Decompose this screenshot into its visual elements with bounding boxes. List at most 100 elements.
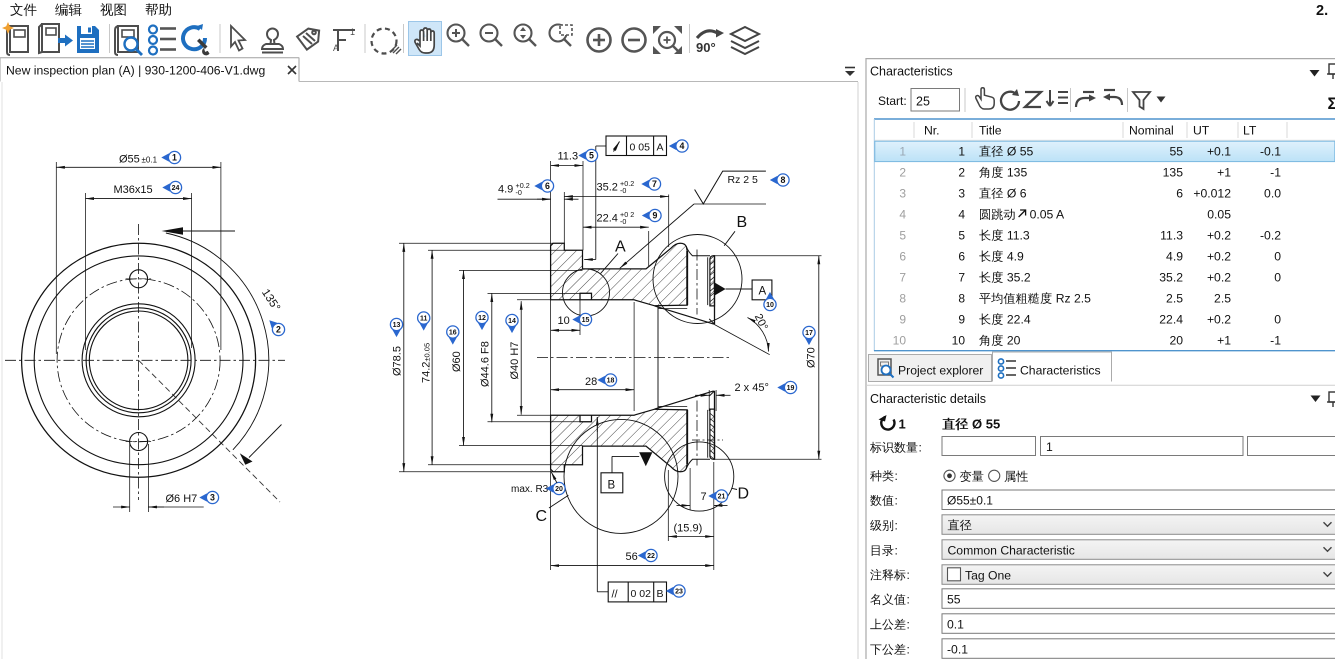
svg-text:14: 14 (508, 318, 516, 325)
svg-text:22: 22 (647, 553, 655, 560)
svg-text:4: 4 (899, 208, 906, 222)
svg-text:Ø 55: Ø 55 (972, 417, 1000, 432)
svg-text:0.0: 0.0 (1264, 187, 1281, 201)
svg-text:1: 1 (172, 153, 177, 163)
svg-text:+0.2: +0.2 (1207, 313, 1231, 327)
svg-text:8: 8 (781, 175, 786, 185)
svg-text:4: 4 (958, 208, 965, 222)
svg-text:21: 21 (718, 494, 726, 501)
svg-text:135: 135 (1007, 166, 1028, 180)
svg-text:Characteristic details: Characteristic details (870, 392, 986, 406)
svg-text:18: 18 (607, 378, 615, 385)
svg-text:-0: -0 (620, 217, 626, 226)
svg-text:Rz 2 5: Rz 2 5 (728, 174, 759, 186)
svg-text:10: 10 (766, 302, 774, 309)
svg-text:5: 5 (589, 151, 594, 161)
svg-text:5: 5 (958, 229, 965, 243)
svg-text://: // (612, 589, 619, 601)
svg-text:17: 17 (805, 330, 813, 337)
svg-text:Ø60: Ø60 (451, 351, 463, 372)
svg-text:B: B (737, 214, 748, 231)
svg-text:+0.012: +0.012 (1193, 187, 1231, 201)
svg-text:-0.1: -0.1 (1260, 145, 1281, 159)
svg-text:A: A (333, 43, 339, 53)
svg-text:(15.9): (15.9) (674, 523, 703, 535)
svg-text:11.3: 11.3 (1007, 229, 1030, 243)
svg-text:B: B (657, 588, 664, 600)
svg-text:6: 6 (545, 181, 550, 191)
svg-text:16: 16 (449, 330, 457, 337)
svg-text:Σ: Σ (1328, 95, 1335, 113)
svg-text:Ø55: Ø55 (119, 154, 140, 166)
svg-text:Ø55±0.1: Ø55±0.1 (947, 494, 993, 508)
svg-text:90°: 90° (696, 40, 716, 55)
svg-text:20: 20 (1007, 334, 1021, 348)
svg-text:Characteristics: Characteristics (870, 65, 953, 79)
svg-text:7: 7 (652, 179, 657, 189)
svg-text:-1: -1 (1270, 334, 1281, 348)
svg-text:35.2: 35.2 (1007, 271, 1031, 285)
svg-text:22.4: 22.4 (1159, 313, 1183, 327)
svg-text:2: 2 (958, 166, 965, 180)
svg-text:0: 0 (1274, 271, 1281, 285)
svg-text:2: 2 (899, 166, 906, 180)
svg-text:-0: -0 (516, 188, 522, 197)
svg-text:25: 25 (916, 95, 930, 109)
svg-text:1: 1 (899, 417, 906, 432)
svg-text:Ø44.6 F8: Ø44.6 F8 (480, 341, 492, 387)
svg-text:20: 20 (555, 486, 563, 493)
svg-text:11.3: 11.3 (1160, 229, 1183, 243)
svg-text:11: 11 (420, 316, 428, 323)
svg-text:Title: Title (979, 124, 1002, 138)
svg-text:+0.2: +0.2 (1207, 271, 1231, 285)
svg-text:5: 5 (899, 229, 906, 243)
svg-text:15: 15 (582, 317, 590, 324)
svg-text:10: 10 (558, 315, 570, 327)
svg-text:Ø 55: Ø 55 (1007, 145, 1034, 159)
svg-text:Start:: Start: (878, 94, 907, 108)
svg-text:+0.2: +0.2 (1207, 229, 1231, 243)
svg-text:C: C (536, 508, 548, 525)
svg-text:Nominal: Nominal (1129, 124, 1174, 138)
svg-text:UT: UT (1193, 124, 1210, 138)
svg-text:24: 24 (172, 185, 180, 192)
svg-text:6: 6 (958, 250, 965, 264)
svg-text::: : (907, 568, 910, 582)
svg-text:4.9: 4.9 (1007, 250, 1024, 264)
svg-text:3: 3 (958, 187, 965, 201)
svg-text:9: 9 (899, 313, 906, 327)
svg-text:-1: -1 (1270, 166, 1281, 180)
svg-text:2.5: 2.5 (1166, 292, 1183, 306)
svg-text:-0: -0 (620, 186, 626, 195)
svg-text::: : (895, 494, 898, 508)
svg-text:+1: +1 (1217, 334, 1231, 348)
svg-text:35.2: 35.2 (597, 182, 618, 194)
svg-text:M36x15: M36x15 (114, 184, 153, 196)
svg-text:Nr.: Nr. (924, 124, 940, 138)
svg-text:22.4: 22.4 (597, 213, 618, 225)
svg-text:20: 20 (1169, 334, 1183, 348)
svg-text:A: A (657, 142, 664, 154)
svg-text:+0.1: +0.1 (1207, 145, 1231, 159)
svg-text:1: 1 (1046, 440, 1053, 454)
svg-text:13: 13 (393, 322, 401, 329)
svg-text:6: 6 (1176, 187, 1183, 201)
svg-text:Ø78.5: Ø78.5 (392, 346, 404, 376)
svg-text:7: 7 (701, 491, 707, 503)
svg-text:B: B (608, 480, 616, 492)
svg-text:Tag One: Tag One (965, 568, 1011, 582)
svg-text:12: 12 (478, 315, 486, 322)
svg-text:8: 8 (899, 292, 906, 306)
svg-text:10: 10 (893, 334, 907, 348)
svg-text:1: 1 (958, 145, 965, 159)
svg-text:-0.1: -0.1 (947, 642, 968, 656)
svg-text::: : (907, 593, 910, 607)
svg-text:4.9: 4.9 (1166, 250, 1183, 264)
svg-text:6: 6 (899, 250, 906, 264)
svg-text:Ø70: Ø70 (806, 347, 818, 368)
svg-text:0.05: 0.05 (1207, 208, 1231, 222)
svg-text:28: 28 (585, 376, 597, 388)
svg-text:8: 8 (958, 292, 965, 306)
svg-text:23: 23 (675, 589, 683, 596)
svg-text:max. R3: max. R3 (511, 484, 549, 495)
